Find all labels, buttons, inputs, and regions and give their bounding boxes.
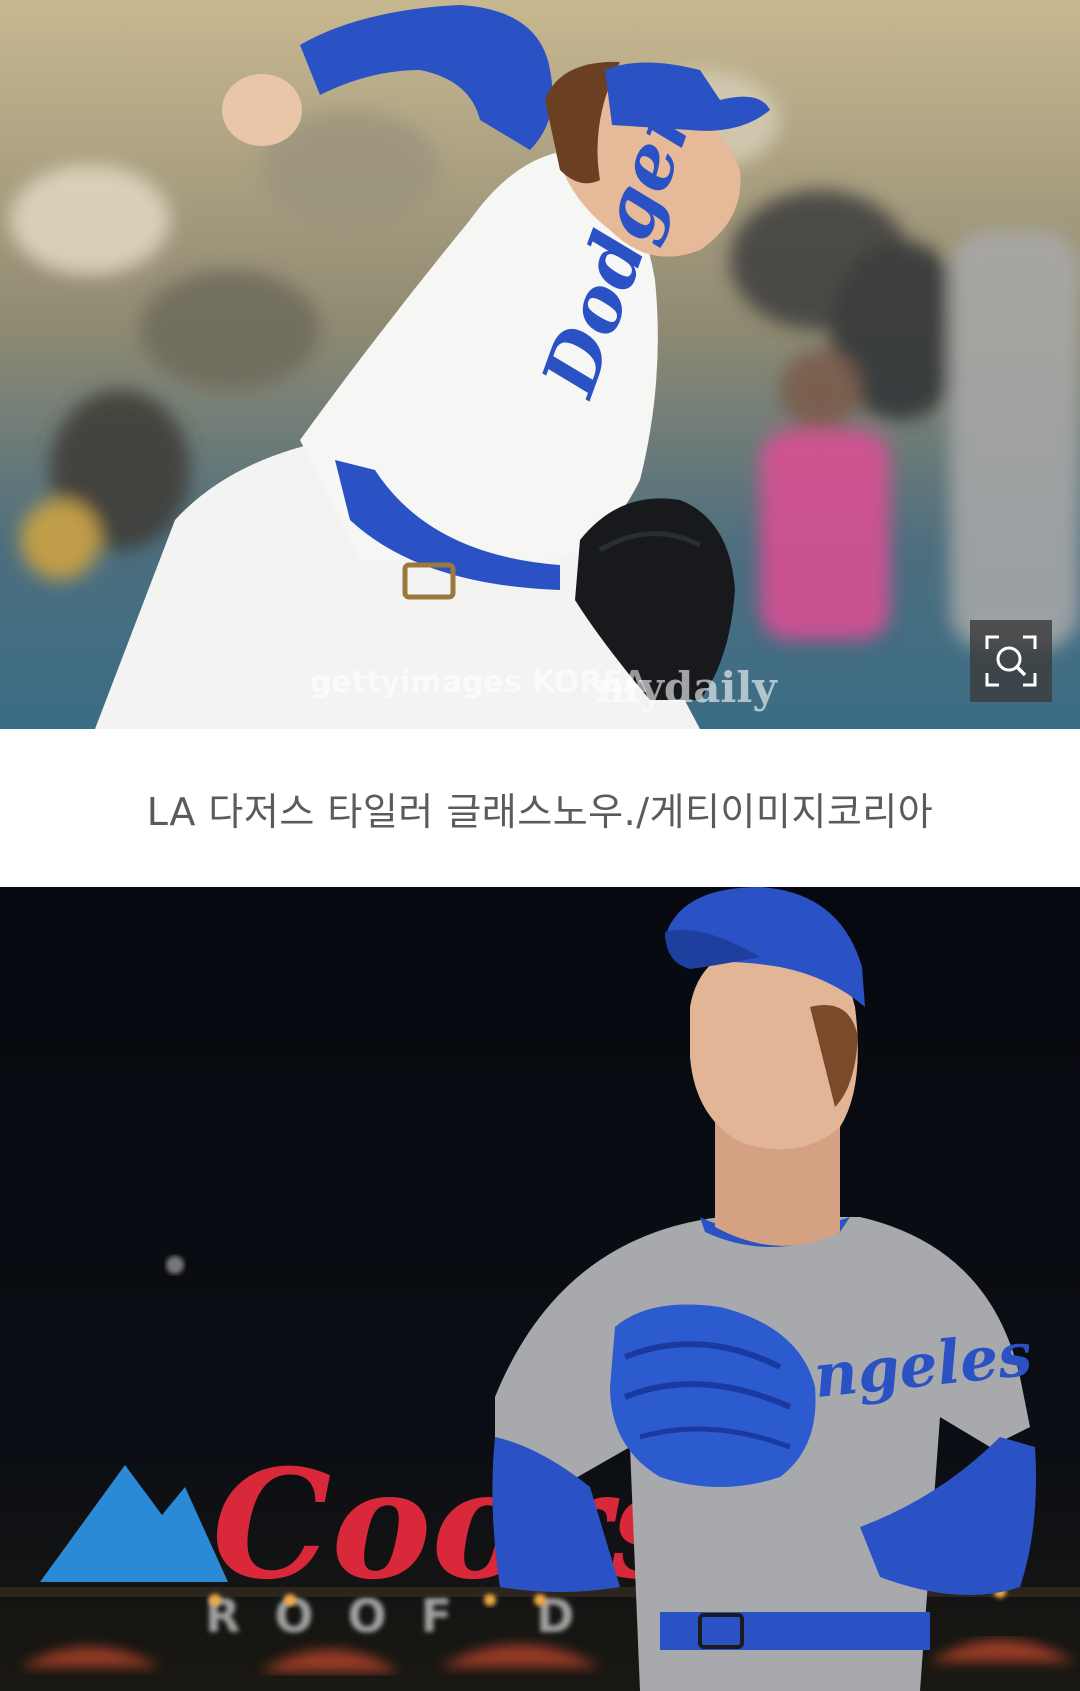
away-pitcher-photo-illustration: Coors ROOF D Angeles — [0, 887, 1080, 1691]
magnifier-zoom-icon — [985, 635, 1037, 687]
article-photo-pitcher[interactable]: Dodgers gettyimages KOREA mydaily — [0, 0, 1080, 729]
article: Dodgers gettyimages KOREA mydaily LA 다저스… — [0, 0, 1080, 1691]
stadium-sign-text: Coors — [212, 1437, 695, 1613]
zoom-button[interactable] — [970, 620, 1052, 702]
mydaily-watermark: mydaily — [595, 663, 778, 712]
pitcher-photo-illustration: Dodgers gettyimages KOREA mydaily — [0, 0, 1080, 729]
article-photo-pitcher-away[interactable]: Coors ROOF D Angeles — [0, 887, 1080, 1691]
stadium-sign-sub: ROOF D — [205, 1589, 608, 1643]
photo-caption: LA 다저스 타일러 글래스노우./게티이미지코리아 — [146, 789, 934, 834]
